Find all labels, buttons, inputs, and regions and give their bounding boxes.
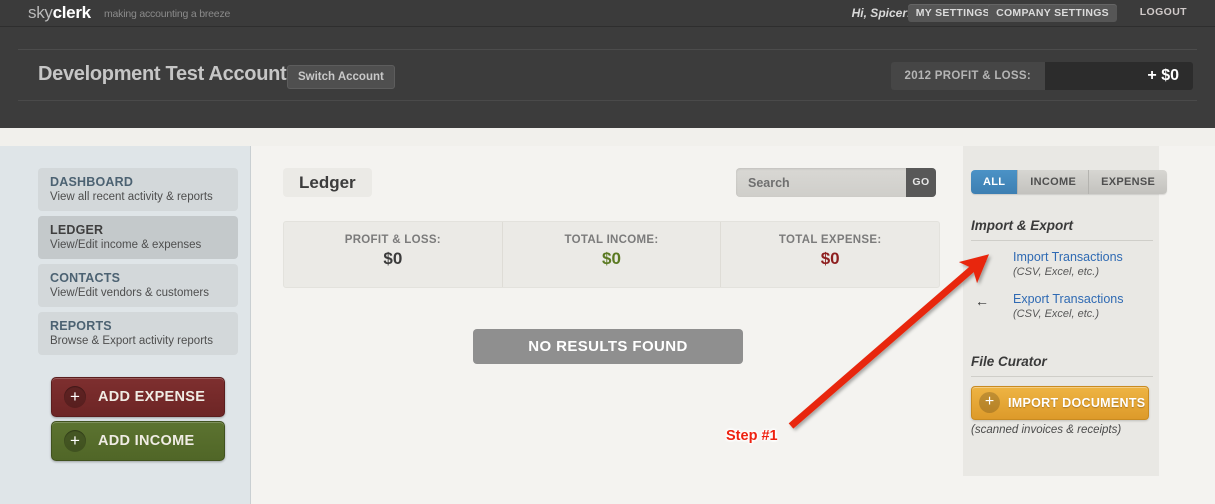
plus-icon: +: [979, 392, 1000, 413]
logout-button[interactable]: LOGOUT: [1140, 6, 1187, 18]
my-settings-button[interactable]: MY SETTINGS: [907, 4, 998, 22]
stat-total-income: TOTAL INCOME: $0: [501, 222, 721, 287]
arrow-left-icon: ←: [975, 293, 989, 309]
section-divider: [971, 240, 1153, 241]
stat-total-expense-label: TOTAL EXPENSE:: [778, 234, 882, 246]
top-navigation-bar: skyclerk making accounting a breeze Hi, …: [0, 0, 1215, 27]
stat-profit-loss-value: $0: [383, 249, 403, 268]
account-name: Development Test Account: [38, 63, 287, 85]
switch-account-button[interactable]: Switch Account: [287, 65, 395, 89]
search-box: GO: [736, 168, 936, 197]
sidebar-item-reports[interactable]: REPORTS Browse & Export activity reports: [38, 312, 238, 355]
skyclerk-logo[interactable]: skyclerk: [28, 3, 91, 23]
filter-tab-expense[interactable]: EXPENSE: [1089, 170, 1168, 194]
sidebar-item-dashboard-subtitle: View all recent activity & reports: [50, 191, 213, 203]
section-divider: [971, 376, 1153, 377]
sidebar-item-contacts[interactable]: CONTACTS View/Edit vendors & customers: [38, 264, 238, 307]
add-expense-label: ADD EXPENSE: [98, 389, 206, 405]
import-export-heading: Import & Export: [971, 218, 1074, 233]
right-panel: ALL INCOME EXPENSE Import & Export → Imp…: [963, 146, 1168, 476]
logo-clerk-text: clerk: [52, 3, 92, 22]
sidebar-item-ledger-title: LEDGER: [50, 223, 104, 237]
import-documents-button[interactable]: + IMPORT DOCUMENTS: [971, 386, 1149, 420]
stat-total-income-value: $0: [602, 249, 621, 268]
sidebar-item-dashboard-title: DASHBOARD: [50, 175, 134, 189]
import-documents-label: IMPORT DOCUMENTS: [1008, 396, 1146, 410]
add-expense-button[interactable]: + ADD EXPENSE: [51, 377, 225, 417]
step-1-label: Step #1: [726, 428, 778, 444]
user-greeting: Hi, Spicer!: [851, 6, 911, 20]
stat-total-expense: TOTAL EXPENSE: $0: [720, 222, 939, 287]
page-title: Ledger: [283, 168, 372, 197]
sidebar-item-ledger[interactable]: LEDGER View/Edit income & expenses: [38, 216, 238, 259]
sidebar-item-dashboard[interactable]: DASHBOARD View all recent activity & rep…: [38, 168, 238, 211]
stat-profit-loss: PROFIT & LOSS: $0: [284, 222, 502, 287]
file-curator-heading: File Curator: [971, 354, 1047, 369]
sidebar-item-ledger-subtitle: View/Edit income & expenses: [50, 239, 202, 251]
stat-total-income-label: TOTAL INCOME:: [564, 234, 659, 246]
sidebar-item-reports-subtitle: Browse & Export activity reports: [50, 335, 213, 347]
header-separator-band: [0, 128, 1215, 146]
ledger-filter-tabs: ALL INCOME EXPENSE: [971, 170, 1168, 194]
search-input[interactable]: [736, 168, 906, 197]
account-header-bar: Development Test Account Switch Account …: [0, 27, 1215, 128]
company-settings-button[interactable]: COMPANY SETTINGS: [988, 4, 1117, 22]
sidebar-item-contacts-title: CONTACTS: [50, 271, 121, 285]
app-window: skyclerk making accounting a breeze Hi, …: [0, 0, 1215, 504]
filter-tab-income[interactable]: INCOME: [1018, 170, 1090, 194]
tagline-text: making accounting a breeze: [104, 8, 231, 20]
profit-loss-label: 2012 PROFIT & LOSS:: [890, 62, 1045, 90]
import-transactions-label: Import Transactions: [1013, 250, 1123, 264]
logo-sky-text: sky: [28, 3, 53, 22]
content-area: DASHBOARD View all recent activity & rep…: [0, 146, 1215, 504]
add-income-button[interactable]: + ADD INCOME: [51, 421, 225, 461]
search-go-button[interactable]: GO: [906, 168, 936, 197]
plus-icon: +: [64, 386, 86, 408]
import-transactions-sublabel: (CSV, Excel, etc.): [1013, 266, 1099, 278]
no-results-banner: NO RESULTS FOUND: [473, 329, 743, 364]
profit-loss-value: + $0: [1045, 62, 1193, 90]
stat-total-expense-value: $0: [820, 249, 840, 268]
export-transactions-label: Export Transactions: [1013, 292, 1124, 306]
add-income-label: ADD INCOME: [98, 433, 195, 449]
stat-profit-loss-label: PROFIT & LOSS:: [344, 234, 441, 246]
plus-icon: +: [64, 430, 86, 452]
sidebar: DASHBOARD View all recent activity & rep…: [0, 146, 251, 504]
arrow-right-icon: →: [975, 251, 989, 267]
import-documents-caption: (scanned invoices & receipts): [971, 424, 1122, 436]
export-transactions-sublabel: (CSV, Excel, etc.): [1013, 308, 1099, 320]
summary-stats: PROFIT & LOSS: $0 TOTAL INCOME: $0 TOTAL…: [283, 221, 940, 288]
sidebar-item-contacts-subtitle: View/Edit vendors & customers: [50, 287, 209, 299]
filter-tab-all[interactable]: ALL: [971, 170, 1019, 194]
sidebar-item-reports-title: REPORTS: [50, 319, 112, 333]
main-content: Ledger GO PROFIT & LOSS: $0 TOTAL INCOME…: [251, 146, 963, 504]
